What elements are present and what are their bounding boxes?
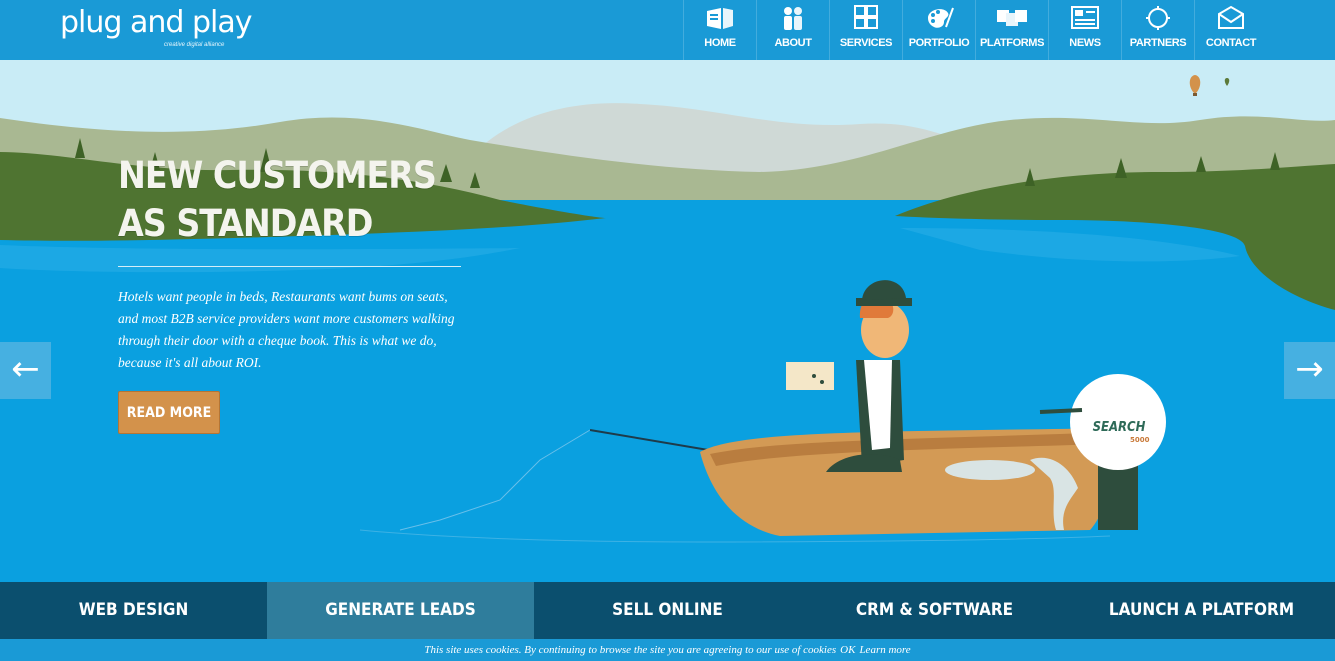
nav-label: CONTACT bbox=[1205, 37, 1257, 49]
logo-tagline: creative digital alliance bbox=[164, 42, 225, 48]
site-header: plug and play creative digital alliance … bbox=[0, 0, 1335, 60]
nav-label: HOME bbox=[704, 37, 736, 49]
arrow-right-icon: → bbox=[1295, 349, 1324, 389]
nav-item-portfolio[interactable]: PORTFOLIO bbox=[902, 0, 975, 60]
hero-description: Hotels want people in beds, Restaurants … bbox=[118, 289, 455, 370]
previous-slide-button[interactable]: ← bbox=[0, 342, 51, 399]
nav-item-contact[interactable]: CONTACT bbox=[1194, 0, 1267, 60]
engine-brand: SEARCH bbox=[1092, 420, 1146, 435]
tab-sell-online[interactable]: SELL ONLINE bbox=[534, 582, 801, 639]
hero-headline: NEW CUSTOMERS AS STANDARD bbox=[118, 152, 437, 248]
nav-label: PARTNERS bbox=[1129, 37, 1187, 49]
tab-launch-platform[interactable]: LAUNCH A PLATFORM bbox=[1068, 582, 1335, 639]
main-nav: HOME ABOUT SERVICES PORTFOLIO PLATFORMS bbox=[683, 0, 1267, 60]
cookie-text: This site uses cookies. By continuing to… bbox=[424, 644, 837, 656]
cookie-learn-more-link[interactable]: Learn more bbox=[859, 644, 910, 656]
tab-crm-software[interactable]: CRM & SOFTWARE bbox=[801, 582, 1068, 639]
headline-line-2: AS STANDARD bbox=[118, 202, 373, 245]
home-icon bbox=[684, 5, 756, 31]
partners-icon bbox=[1122, 5, 1194, 31]
nav-label: ABOUT bbox=[774, 37, 812, 49]
nav-item-services[interactable]: SERVICES bbox=[829, 0, 902, 60]
newspaper-icon bbox=[1049, 5, 1121, 31]
nav-label: PORTFOLIO bbox=[908, 37, 970, 49]
arrow-left-icon: ← bbox=[11, 349, 40, 389]
cookie-ok-button[interactable]: OK bbox=[840, 644, 855, 656]
read-more-button[interactable]: READ MORE bbox=[118, 391, 220, 434]
nav-label: NEWS bbox=[1069, 37, 1101, 49]
hero-slider: SEARCH 5000 NEW CUSTOMERS AS STANDARD Ho… bbox=[0, 60, 1335, 582]
logo-name: plug and play bbox=[60, 5, 252, 40]
nav-item-news[interactable]: NEWS bbox=[1048, 0, 1121, 60]
grid-icon bbox=[830, 5, 902, 31]
nav-label: PLATFORMS bbox=[979, 37, 1045, 49]
tab-generate-leads[interactable]: GENERATE LEADS bbox=[267, 582, 534, 639]
cookie-banner: This site uses cookies. By continuing to… bbox=[0, 639, 1335, 656]
palette-icon bbox=[903, 5, 975, 31]
hero-divider bbox=[118, 266, 461, 267]
headline-line-1: NEW CUSTOMERS bbox=[118, 154, 437, 197]
tab-web-design[interactable]: WEB DESIGN bbox=[0, 582, 267, 639]
nav-label: SERVICES bbox=[839, 37, 893, 49]
platforms-icon bbox=[976, 5, 1048, 31]
nav-item-home[interactable]: HOME bbox=[683, 0, 756, 60]
nav-item-partners[interactable]: PARTNERS bbox=[1121, 0, 1194, 60]
next-slide-button[interactable]: → bbox=[1284, 342, 1335, 399]
logo[interactable]: plug and play creative digital alliance bbox=[60, 5, 252, 49]
service-tabs: WEB DESIGN GENERATE LEADS SELL ONLINE CR… bbox=[0, 582, 1335, 639]
people-icon bbox=[757, 5, 829, 31]
nav-item-about[interactable]: ABOUT bbox=[756, 0, 829, 60]
envelope-icon bbox=[1195, 5, 1267, 31]
nav-item-platforms[interactable]: PLATFORMS bbox=[975, 0, 1048, 60]
engine-model: 5000 bbox=[1130, 436, 1150, 444]
